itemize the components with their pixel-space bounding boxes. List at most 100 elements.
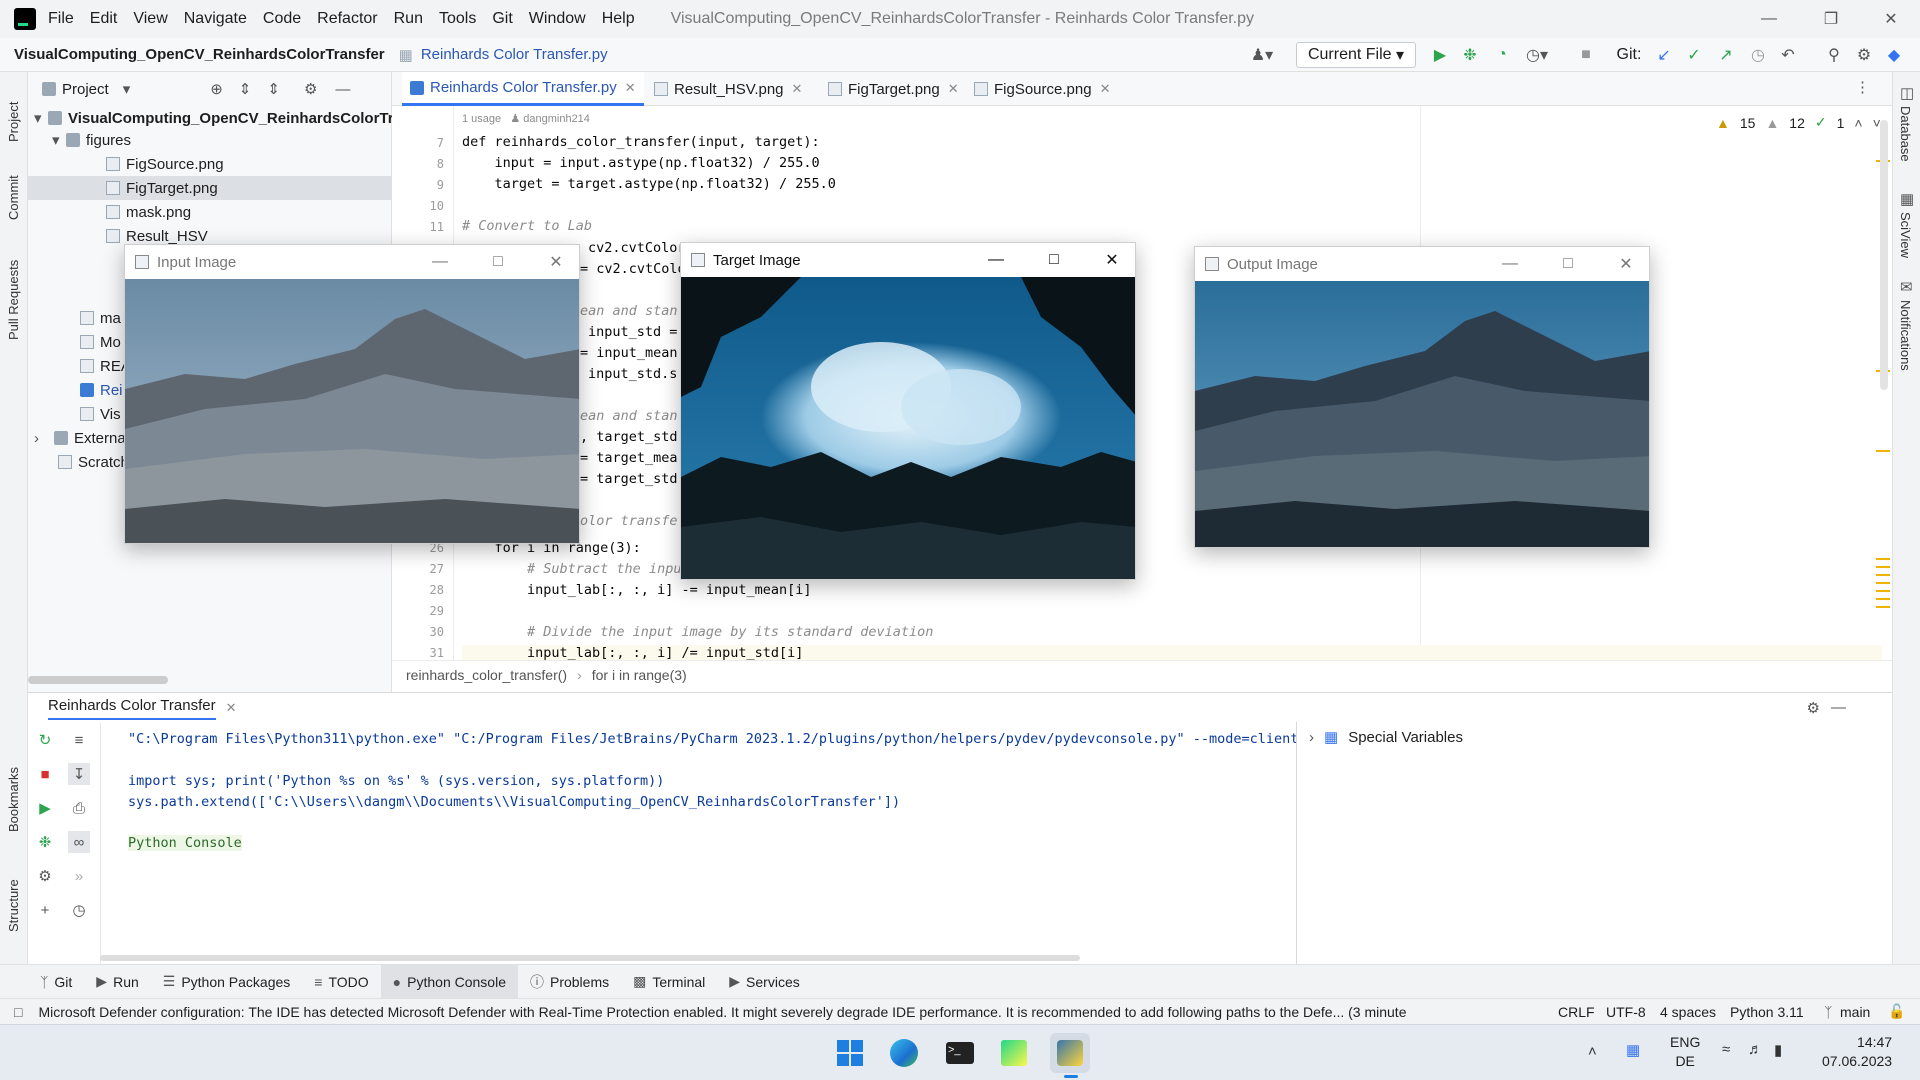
- tool-database[interactable]: Database: [1898, 106, 1913, 162]
- tool-tab-python-packages[interactable]: ☰ Python Packages: [151, 965, 303, 999]
- git-branch[interactable]: main: [1840, 1004, 1870, 1020]
- menu-tools[interactable]: Tools: [439, 10, 476, 28]
- battery-icon[interactable]: ▮: [1774, 1041, 1782, 1059]
- file-encoding[interactable]: UTF-8: [1606, 1004, 1646, 1020]
- execute-icon[interactable]: ▶: [34, 797, 56, 819]
- special-variables-node[interactable]: › ▦ Special Variables: [1309, 728, 1463, 747]
- tree-file-selected[interactable]: FigTarget.png: [28, 176, 392, 200]
- hide-panel-icon[interactable]: —: [335, 81, 350, 98]
- tool-project[interactable]: Project: [6, 102, 21, 142]
- run-config-select[interactable]: Current File ▾: [1296, 42, 1416, 68]
- rerun-icon[interactable]: ↻: [34, 729, 56, 751]
- project-view-select[interactable]: Project: [62, 81, 109, 98]
- close-icon[interactable]: ✕: [948, 81, 959, 97]
- tab-reinhards-color-transfer[interactable]: Reinhards Color Transfer.py ✕: [402, 72, 644, 106]
- notifications-icon[interactable]: ✉: [1900, 278, 1913, 296]
- sciview-icon[interactable]: ▦: [1900, 190, 1914, 208]
- plugin-icon[interactable]: ◆: [1882, 42, 1906, 68]
- stop-icon[interactable]: ■: [34, 763, 56, 785]
- git-commit-icon[interactable]: ✓: [1682, 42, 1706, 68]
- ime-icon[interactable]: ▦: [1626, 1041, 1640, 1059]
- tool-tab-terminal[interactable]: ▩ Terminal: [621, 965, 717, 999]
- chevron-up-icon[interactable]: ˄: [1588, 1043, 1597, 1060]
- tree-item[interactable]: Mo: [80, 330, 121, 354]
- tool-bookmarks[interactable]: Bookmarks: [6, 767, 21, 832]
- scroll-to-end-icon[interactable]: ↧: [68, 763, 90, 785]
- restore-icon[interactable]: ❐: [1802, 0, 1860, 38]
- language-indicator[interactable]: ENG DE: [1670, 1033, 1700, 1071]
- tree-item[interactable]: ma: [80, 306, 121, 330]
- error-stripe-mark[interactable]: [1876, 450, 1890, 452]
- output-image-window[interactable]: Output Image — □ ✕: [1194, 246, 1650, 548]
- settings-icon[interactable]: ⚙: [34, 865, 56, 887]
- layout-icon[interactable]: □: [14, 1004, 22, 1020]
- wifi-icon[interactable]: ≈: [1722, 1041, 1730, 1058]
- pycharm-app-icon[interactable]: [994, 1033, 1034, 1073]
- maximize-icon[interactable]: □: [469, 245, 527, 279]
- tree-root[interactable]: ▾ VisualComputing_OpenCV_ReinhardsColorTr: [34, 106, 394, 130]
- history-icon[interactable]: ◷: [1746, 42, 1770, 68]
- show-variables-icon[interactable]: ∞: [68, 831, 90, 853]
- tool-tab-git[interactable]: ᛉ Git: [28, 965, 84, 999]
- console-scrollbar[interactable]: [100, 955, 1080, 961]
- breadcrumb-loop[interactable]: for i in range(3): [592, 667, 687, 683]
- collapse-all-icon[interactable]: ⇕: [267, 80, 280, 98]
- breadcrumb-function[interactable]: reinhards_color_transfer(): [406, 667, 567, 683]
- maximize-icon[interactable]: □: [1025, 243, 1083, 277]
- indent-setting[interactable]: 4 spaces: [1660, 1004, 1716, 1020]
- lock-icon[interactable]: 🔓: [1888, 1003, 1905, 1020]
- database-icon[interactable]: ◫: [1900, 84, 1914, 102]
- close-icon[interactable]: ✕: [625, 80, 636, 96]
- tool-commit[interactable]: Commit: [6, 175, 21, 220]
- menu-code[interactable]: Code: [263, 10, 301, 28]
- git-push-icon[interactable]: ↗: [1714, 42, 1738, 68]
- close-icon[interactable]: ✕: [527, 245, 585, 279]
- horizontal-scrollbar[interactable]: [28, 676, 168, 684]
- tree-item[interactable]: Rei: [80, 378, 123, 402]
- tool-tab-services[interactable]: ▶ Services: [717, 965, 811, 999]
- tree-item[interactable]: Vis: [80, 402, 121, 426]
- debug-icon[interactable]: ❉: [1458, 42, 1482, 68]
- minimize-icon[interactable]: —: [967, 243, 1025, 277]
- tree-external-libraries[interactable]: › Externa: [34, 426, 126, 450]
- menu-window[interactable]: Window: [529, 10, 586, 28]
- close-icon[interactable]: ✕: [1597, 247, 1655, 281]
- python-interpreter[interactable]: Python 3.11: [1730, 1004, 1804, 1020]
- tool-pull-requests[interactable]: Pull Requests: [6, 260, 21, 340]
- code-vision-hint[interactable]: 1 usage ♟ dangminh214: [462, 112, 590, 125]
- console-tab[interactable]: Reinhards Color Transfer: [48, 697, 216, 720]
- close-icon[interactable]: ✕: [792, 81, 803, 97]
- run-icon[interactable]: ▶: [1428, 42, 1452, 68]
- close-icon[interactable]: ✕: [226, 700, 237, 716]
- close-icon[interactable]: ✕: [1083, 243, 1141, 277]
- more-icon[interactable]: ⋮: [1855, 78, 1870, 96]
- stop-icon[interactable]: ■: [1576, 42, 1596, 68]
- maximize-icon[interactable]: □: [1539, 247, 1597, 281]
- close-icon[interactable]: ✕: [1862, 0, 1920, 38]
- menu-file[interactable]: File: [48, 10, 74, 28]
- close-icon[interactable]: ✕: [1100, 81, 1111, 97]
- editor-scrollbar[interactable]: [1880, 120, 1888, 390]
- menu-run[interactable]: Run: [394, 10, 423, 28]
- menu-navigate[interactable]: Navigate: [184, 10, 247, 28]
- tab-figsource[interactable]: FigSource.png ✕: [966, 72, 1118, 106]
- tool-sciview[interactable]: SciView: [1898, 212, 1913, 258]
- inspection-widget[interactable]: ▲ 15 ▲ 12 ✓ 1 ˄ ˅: [1716, 114, 1881, 131]
- tree-file[interactable]: FigSource.png: [106, 152, 224, 176]
- tree-folder-figures[interactable]: ▾ figures: [52, 128, 131, 152]
- python-app-icon[interactable]: [1050, 1033, 1090, 1073]
- menu-help[interactable]: Help: [602, 10, 635, 28]
- chevron-up-icon[interactable]: ˄: [1854, 115, 1862, 131]
- tool-structure[interactable]: Structure: [6, 879, 21, 932]
- line-separator[interactable]: CRLF: [1558, 1004, 1595, 1020]
- expand-all-icon[interactable]: ⇕: [239, 80, 252, 98]
- menu-edit[interactable]: Edit: [90, 10, 118, 28]
- rollback-icon[interactable]: ↶: [1776, 42, 1800, 68]
- history-forward-icon[interactable]: »: [68, 865, 90, 887]
- target-image-window[interactable]: Target Image — □ ✕: [680, 242, 1136, 580]
- input-image-window[interactable]: Input Image — □ ✕: [124, 244, 580, 544]
- locate-icon[interactable]: ⊕: [210, 80, 223, 98]
- start-icon[interactable]: [830, 1033, 870, 1073]
- file-breadcrumb[interactable]: Reinhards Color Transfer.py: [421, 46, 608, 63]
- tab-figtarget[interactable]: FigTarget.png ✕: [820, 72, 967, 106]
